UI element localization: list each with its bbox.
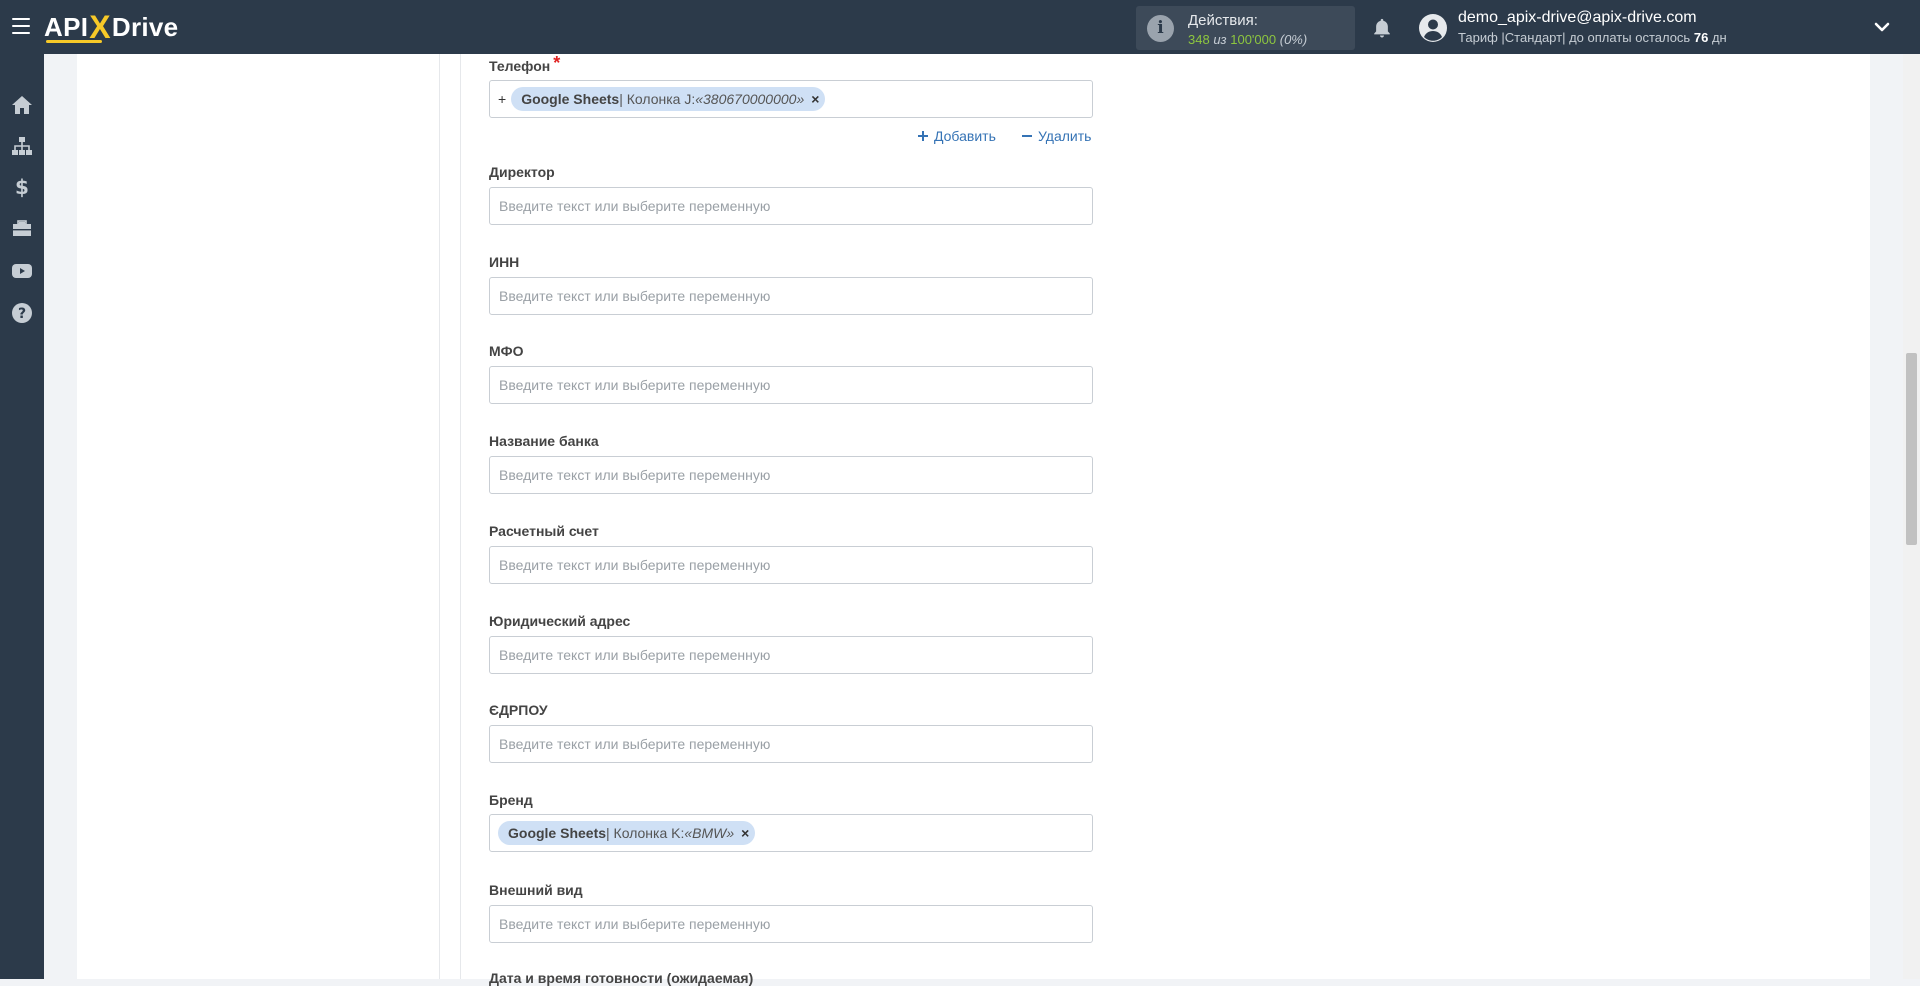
- svg-text:$: $: [15, 176, 29, 198]
- help-icon: ?: [12, 303, 32, 323]
- inn-input[interactable]: [489, 277, 1093, 315]
- youtube-icon: [12, 264, 32, 278]
- actions-counter[interactable]: i Действия: 348 из 100'000 (0%): [1136, 6, 1355, 50]
- phone-input[interactable]: + Google Sheets | Колонка J: «3806700000…: [489, 80, 1093, 118]
- logo-underline: [46, 40, 102, 43]
- sitemap-icon: [12, 137, 32, 155]
- remove-button[interactable]: Удалить: [1021, 128, 1091, 144]
- sidebar-item-help[interactable]: ?: [0, 295, 44, 331]
- inn-label: ИНН: [489, 254, 520, 270]
- brand-label: Бренд: [489, 792, 533, 808]
- sidebar-item-tools[interactable]: [0, 211, 44, 247]
- menu-icon[interactable]: [12, 18, 30, 36]
- phone-variable-tag[interactable]: Google Sheets | Колонка J: «380670000000…: [511, 87, 826, 111]
- mfo-label: МФО: [489, 343, 524, 359]
- sidebar-item-video[interactable]: [0, 253, 44, 289]
- actions-count: 348 из 100'000 (0%): [1188, 32, 1308, 47]
- remove-tag-icon[interactable]: ×: [811, 91, 819, 107]
- top-bar: API X Drive i Действия: 348 из 100'000 (0%…: [0, 0, 1920, 54]
- actions-title: Действия:: [1188, 12, 1258, 29]
- add-button[interactable]: Добавить: [917, 128, 996, 144]
- mfo-input[interactable]: [489, 366, 1093, 404]
- edrpou-input[interactable]: [489, 725, 1093, 763]
- sidebar-item-billing[interactable]: $: [0, 169, 44, 205]
- user-avatar-icon[interactable]: [1418, 13, 1448, 43]
- sidebar-item-connections[interactable]: [0, 128, 44, 164]
- legal-address-label: Юридический адрес: [489, 613, 631, 629]
- phone-label: Телефон *: [489, 53, 561, 74]
- user-email: demo_apix-drive@apix-drive.com: [1458, 9, 1697, 26]
- apixdrive-logo[interactable]: API X Drive: [44, 9, 178, 45]
- bank-name-input[interactable]: [489, 456, 1093, 494]
- dollar-icon: $: [15, 176, 29, 198]
- home-icon: [12, 96, 32, 114]
- user-plan: Тариф |Стандарт| до оплаты осталось 76 д…: [1458, 30, 1727, 45]
- info-icon: i: [1147, 15, 1174, 42]
- phone-prefix: +: [498, 91, 507, 107]
- sidebar-item-home[interactable]: [0, 87, 44, 123]
- director-label: Директор: [489, 164, 555, 180]
- bank-name-label: Название банка: [489, 433, 599, 449]
- briefcase-icon: [13, 220, 31, 236]
- appearance-label: Внешний вид: [489, 882, 583, 898]
- legal-address-input[interactable]: [489, 636, 1093, 674]
- account-input[interactable]: [489, 546, 1093, 584]
- brand-input[interactable]: Google Sheets | Колонка K: «BMW» ×: [489, 814, 1093, 852]
- brand-variable-tag[interactable]: Google Sheets | Колонка K: «BMW» ×: [498, 821, 756, 845]
- minus-icon: [1022, 135, 1032, 137]
- bell-icon[interactable]: [1371, 16, 1393, 40]
- appearance-input[interactable]: [489, 905, 1093, 943]
- ready-date-label: Дата и время готовности (ожидаемая): [489, 970, 754, 986]
- panel-divider: [439, 54, 440, 979]
- director-input[interactable]: [489, 187, 1093, 225]
- sidebar: $ ?: [0, 54, 44, 979]
- chevron-down-icon[interactable]: [1873, 18, 1891, 36]
- remove-tag-icon[interactable]: ×: [741, 825, 749, 841]
- plus-icon: [918, 131, 928, 141]
- svg-text:?: ?: [18, 306, 26, 322]
- account-label: Расчетный счет: [489, 523, 599, 539]
- scrollbar-thumb[interactable]: [1906, 353, 1917, 545]
- edrpou-label: ЄДРПОУ: [489, 702, 548, 718]
